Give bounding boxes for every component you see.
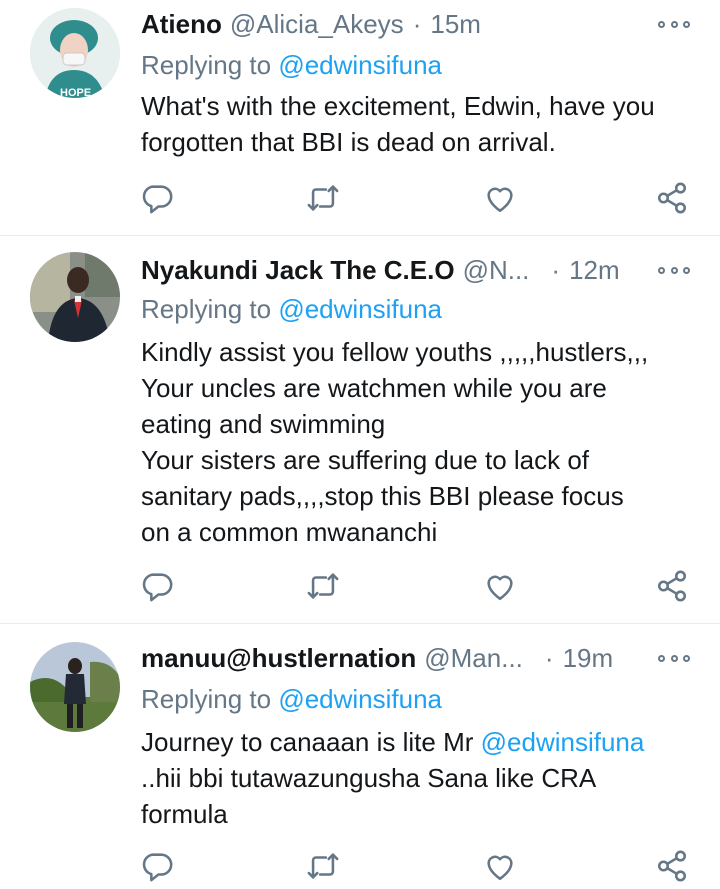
tweet-text-line: Your sisters are suffering due to lack o… [141,445,590,475]
separator-dot: · [544,642,554,673]
share-icon[interactable] [652,846,692,886]
avatar-image [30,642,120,732]
more-options-icon[interactable] [658,648,690,668]
reply-icon[interactable] [137,846,177,886]
tweet-header: Nyakundi Jack The C.E.O @N... · 12m [141,252,720,288]
display-name[interactable]: Nyakundi Jack The C.E.O [141,255,455,286]
replying-to: Replying to @edwinsifuna [141,50,442,81]
tweet-text-line: formula [141,799,228,829]
replying-mention[interactable]: @edwinsifuna [278,294,442,324]
more-options-icon[interactable] [658,14,690,34]
tweet-text-line: eating and swimming [141,409,386,439]
replying-prefix: Replying to [141,294,272,324]
avatar-image: HOPE [30,8,120,98]
action-bar [0,846,720,886]
tweet-text-line: ..hii bbi tutawazungusha Sana like CRA [141,763,597,793]
heart-icon[interactable] [480,566,520,606]
share-icon[interactable] [652,178,692,218]
tweet-text-line: Your uncles are watchmen while you are [141,373,607,403]
avatar-badge-text: HOPE [60,87,91,98]
replying-to: Replying to @edwinsifuna [141,294,442,325]
tweet[interactable]: manuu@hustlernation @Man... · 19m Replyi… [0,624,720,889]
action-bar [0,178,720,218]
timestamp[interactable]: 15m [430,9,481,40]
replying-to: Replying to @edwinsifuna [141,684,442,715]
tweet-text-line: on a common mwananchi [141,517,438,547]
separator-dot: · [412,8,422,39]
reply-icon[interactable] [137,566,177,606]
inline-mention[interactable]: @edwinsifuna [481,727,645,757]
tweet-text: What's with the excitement, Edwin, have … [141,88,701,160]
display-name[interactable]: Atieno [141,9,222,40]
retweet-icon[interactable] [303,846,343,886]
retweet-icon[interactable] [303,178,343,218]
tweet-header: manuu@hustlernation @Man... · 19m [141,640,720,676]
retweet-icon[interactable] [303,566,343,606]
replying-mention[interactable]: @edwinsifuna [278,684,442,714]
tweet[interactable]: HOPE Atieno @Alicia_Akeys · 15m Replying… [0,0,720,236]
user-handle[interactable]: @Man... [424,643,523,674]
avatar-image [30,252,120,342]
tweet-header: Atieno @Alicia_Akeys · 15m [141,6,720,42]
avatar[interactable] [30,642,120,732]
tweet-text-line: forgotten that BBI is dead on arrival. [141,127,556,157]
tweet-text-fragment: Journey to canaaan is lite Mr [141,727,481,757]
share-icon[interactable] [652,566,692,606]
replying-mention[interactable]: @edwinsifuna [278,50,442,80]
heart-icon[interactable] [480,178,520,218]
tweet[interactable]: Nyakundi Jack The C.E.O @N... · 12m Repl… [0,236,720,624]
replying-prefix: Replying to [141,50,272,80]
user-handle[interactable]: @N... [463,255,530,286]
tweet-text-line: sanitary pads,,,,stop this BBI please fo… [141,481,624,511]
more-options-icon[interactable] [658,260,690,280]
separator-dot: · [551,254,561,285]
tweet-text: Journey to canaaan is lite Mr @edwinsifu… [141,724,701,832]
replying-prefix: Replying to [141,684,272,714]
display-name[interactable]: manuu@hustlernation [141,643,416,674]
tweet-feed: HOPE Atieno @Alicia_Akeys · 15m Replying… [0,0,720,889]
avatar[interactable] [30,252,120,342]
reply-icon[interactable] [137,178,177,218]
tweet-text: Kindly assist you fellow youths ,,,,,hus… [141,334,701,550]
tweet-text-line: What's with the excitement, Edwin, have … [141,91,655,121]
action-bar [0,566,720,606]
avatar[interactable]: HOPE [30,8,120,98]
timestamp[interactable]: 12m [569,255,620,286]
tweet-text-line: Journey to canaaan is lite Mr @edwinsifu… [141,724,701,760]
user-handle[interactable]: @Alicia_Akeys [230,9,404,40]
timestamp[interactable]: 19m [563,643,614,674]
tweet-text-line: Kindly assist you fellow youths ,,,,,hus… [141,337,649,367]
heart-icon[interactable] [480,846,520,886]
